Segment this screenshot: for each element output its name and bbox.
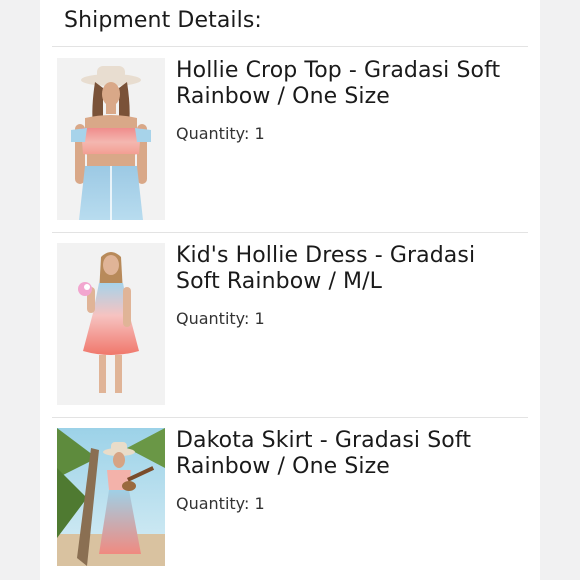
item-name[interactable]: Dakota Skirt - Gradasi Soft Rainbow / On… <box>176 428 526 480</box>
divider <box>52 232 528 233</box>
item-quantity: Quantity: 1 <box>176 124 265 143</box>
shipment-item[interactable]: Kid's Hollie Dress - Gradasi Soft Rainbo… <box>40 243 540 413</box>
shipment-details-card: Shipment Details: Hollie Crop Top - Grad… <box>40 0 540 580</box>
product-image-skirt[interactable] <box>57 428 165 566</box>
item-name[interactable]: Kid's Hollie Dress - Gradasi Soft Rainbo… <box>176 243 526 295</box>
item-name[interactable]: Hollie Crop Top - Gradasi Soft Rainbow /… <box>176 58 526 110</box>
item-quantity: Quantity: 1 <box>176 309 265 328</box>
product-image-kids-dress[interactable] <box>57 243 165 405</box>
item-quantity: Quantity: 1 <box>176 494 265 513</box>
divider <box>52 46 528 47</box>
divider <box>52 417 528 418</box>
section-title: Shipment Details: <box>64 8 262 33</box>
product-image-crop-top[interactable] <box>57 58 165 220</box>
shipment-item[interactable]: Dakota Skirt - Gradasi Soft Rainbow / On… <box>40 428 540 580</box>
shipment-item[interactable]: Hollie Crop Top - Gradasi Soft Rainbow /… <box>40 58 540 228</box>
